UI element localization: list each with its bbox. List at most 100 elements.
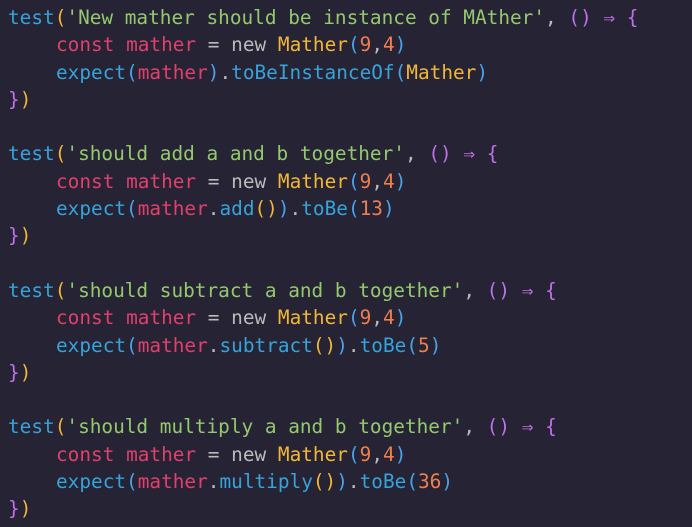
open-paren: (	[347, 169, 360, 193]
assign-operator: =	[207, 306, 220, 330]
code-line[interactable]: })	[8, 359, 692, 386]
code-line[interactable]: test('should multiply a and b together',…	[8, 413, 692, 440]
code-editor[interactable]: test('New mather should be instance of M…	[0, 0, 692, 527]
arrow-params: ()	[486, 278, 511, 302]
open-paren: (	[54, 278, 67, 302]
open-brace: {	[545, 415, 557, 439]
variable-name: mather	[126, 306, 197, 330]
expect-subject: mather	[137, 333, 208, 357]
code-line[interactable]: expect(mather.subtract()).toBe(5)	[8, 332, 692, 359]
open-paren: (	[394, 60, 407, 84]
test-call: test	[8, 142, 55, 166]
code-line[interactable]: })	[8, 86, 692, 113]
arrow-params: ()	[486, 415, 511, 439]
matcher-arg: 5	[418, 333, 430, 357]
method-call: subtract	[219, 333, 313, 357]
open-paren: (	[347, 306, 360, 330]
close-paren: )	[429, 333, 442, 357]
open-paren: (	[406, 333, 418, 357]
matcher-call: toBe	[301, 197, 348, 221]
const-keyword: const	[56, 442, 115, 466]
dot: .	[207, 470, 220, 494]
expect-subject: mather	[137, 470, 208, 494]
open-brace: {	[486, 142, 499, 166]
close-paren: )	[19, 87, 32, 111]
method-parens: ()	[254, 197, 278, 221]
arg-a: 9	[359, 33, 372, 57]
open-paren: (	[126, 333, 138, 357]
blank-line[interactable]	[8, 113, 692, 140]
code-line[interactable]: test('should subtract a and b together',…	[8, 277, 692, 304]
arg-b: 4	[383, 33, 395, 57]
dot: .	[219, 60, 232, 84]
blank-line[interactable]	[8, 386, 692, 413]
matcher-call: toBe	[359, 470, 407, 494]
assign-operator: =	[207, 442, 220, 466]
comma: ,	[371, 33, 383, 57]
class-name: Mather	[277, 442, 348, 466]
arg-a: 9	[359, 442, 372, 466]
matcher-arg: 36	[418, 470, 442, 494]
expect-call: expect	[56, 333, 127, 357]
test-description: 'New mather should be instance of MAther…	[66, 6, 546, 29]
variable-name: mather	[126, 33, 197, 57]
code-line[interactable]: const mather = new Mather(9,4)	[8, 441, 692, 468]
comma: ,	[463, 278, 487, 302]
arrow-operator: ⇒	[510, 415, 546, 439]
close-paren: )	[336, 470, 348, 494]
close-brace: }	[8, 87, 20, 111]
comma: ,	[404, 142, 429, 166]
arg-b: 4	[383, 442, 395, 466]
method-parens: ()	[312, 470, 337, 494]
matcher-call: toBe	[359, 333, 407, 357]
new-keyword: new	[231, 33, 267, 57]
code-line[interactable]: const mather = new Mather(9,4)	[8, 31, 692, 58]
close-paren: )	[476, 60, 489, 84]
code-line[interactable]: expect(mather.add()).toBe(13)	[8, 195, 692, 222]
close-paren: )	[207, 60, 220, 84]
code-line[interactable]: test('New mather should be instance of M…	[8, 4, 692, 31]
arrow-operator: ⇒	[510, 278, 546, 302]
comma: ,	[371, 306, 383, 330]
dot: .	[289, 197, 302, 221]
code-line[interactable]: const mather = new Mather(9,4)	[8, 304, 692, 331]
arrow-params: ()	[428, 142, 452, 166]
code-line[interactable]: })	[8, 495, 692, 522]
open-paren: (	[347, 197, 360, 221]
close-brace: }	[8, 360, 20, 384]
open-brace: {	[626, 6, 639, 29]
test-call: test	[8, 6, 55, 29]
open-paren: (	[54, 6, 67, 29]
expect-call: expect	[56, 470, 127, 494]
close-paren: )	[19, 360, 32, 384]
comma: ,	[463, 415, 487, 439]
new-keyword: new	[231, 169, 267, 193]
comma: ,	[545, 6, 569, 29]
code-line[interactable]: const mather = new Mather(9,4)	[8, 168, 692, 195]
test-call: test	[8, 415, 55, 439]
dot: .	[347, 470, 360, 494]
blank-line[interactable]	[8, 250, 692, 277]
code-line[interactable]: expect(mather.multiply()).toBe(36)	[8, 468, 692, 495]
expect-subject: mather	[137, 60, 208, 84]
new-keyword: new	[231, 442, 267, 466]
matcher-arg: 13	[359, 197, 383, 221]
close-paren: )	[19, 497, 32, 521]
code-line[interactable]: })	[8, 222, 692, 249]
code-line[interactable]: expect(mather).toBeInstanceOf(Mather)	[8, 59, 692, 86]
code-line[interactable]: test('should add a and b together', () ⇒…	[8, 140, 692, 167]
matcher-arg: Mather	[406, 60, 477, 84]
open-paren: (	[126, 470, 138, 494]
expect-call: expect	[56, 60, 127, 84]
expect-call: expect	[56, 197, 127, 221]
arg-a: 9	[359, 169, 372, 193]
